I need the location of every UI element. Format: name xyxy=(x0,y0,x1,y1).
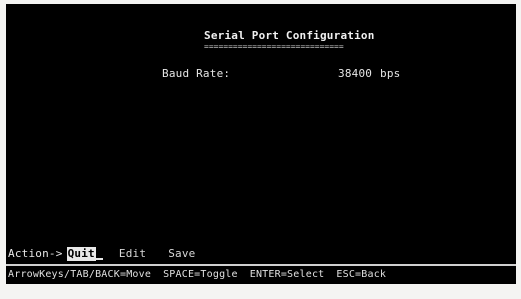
page-title: Serial Port Configuration xyxy=(204,29,375,42)
status-divider xyxy=(6,264,516,266)
help-toggle: SPACE=Toggle xyxy=(163,269,238,280)
baud-rate-label: Baud Rate: xyxy=(162,67,231,80)
help-move: ArrowKeys/TAB/BACK=Move xyxy=(8,269,152,280)
title-underline: ============================= xyxy=(204,42,344,51)
key-help-line: ArrowKeys/TAB/BACK=Move SPACE=Toggle ENT… xyxy=(8,269,398,280)
terminal-frame: Serial Port Configuration ==============… xyxy=(0,0,521,299)
baud-rate-unit: bps xyxy=(380,67,401,80)
edit-action[interactable]: Edit xyxy=(119,247,146,261)
help-back: ESC=Back xyxy=(336,269,387,280)
action-bar: Action-> Quit Edit Save xyxy=(8,247,217,261)
quit-action[interactable]: Quit xyxy=(66,247,96,261)
terminal-screen: Serial Port Configuration ==============… xyxy=(6,4,516,284)
help-select: ENTER=Select xyxy=(249,269,325,280)
baud-rate-value[interactable]: 38400 xyxy=(338,67,372,80)
save-action[interactable]: Save xyxy=(168,247,195,261)
action-prompt: Action-> xyxy=(8,247,63,260)
text-cursor xyxy=(95,258,103,260)
